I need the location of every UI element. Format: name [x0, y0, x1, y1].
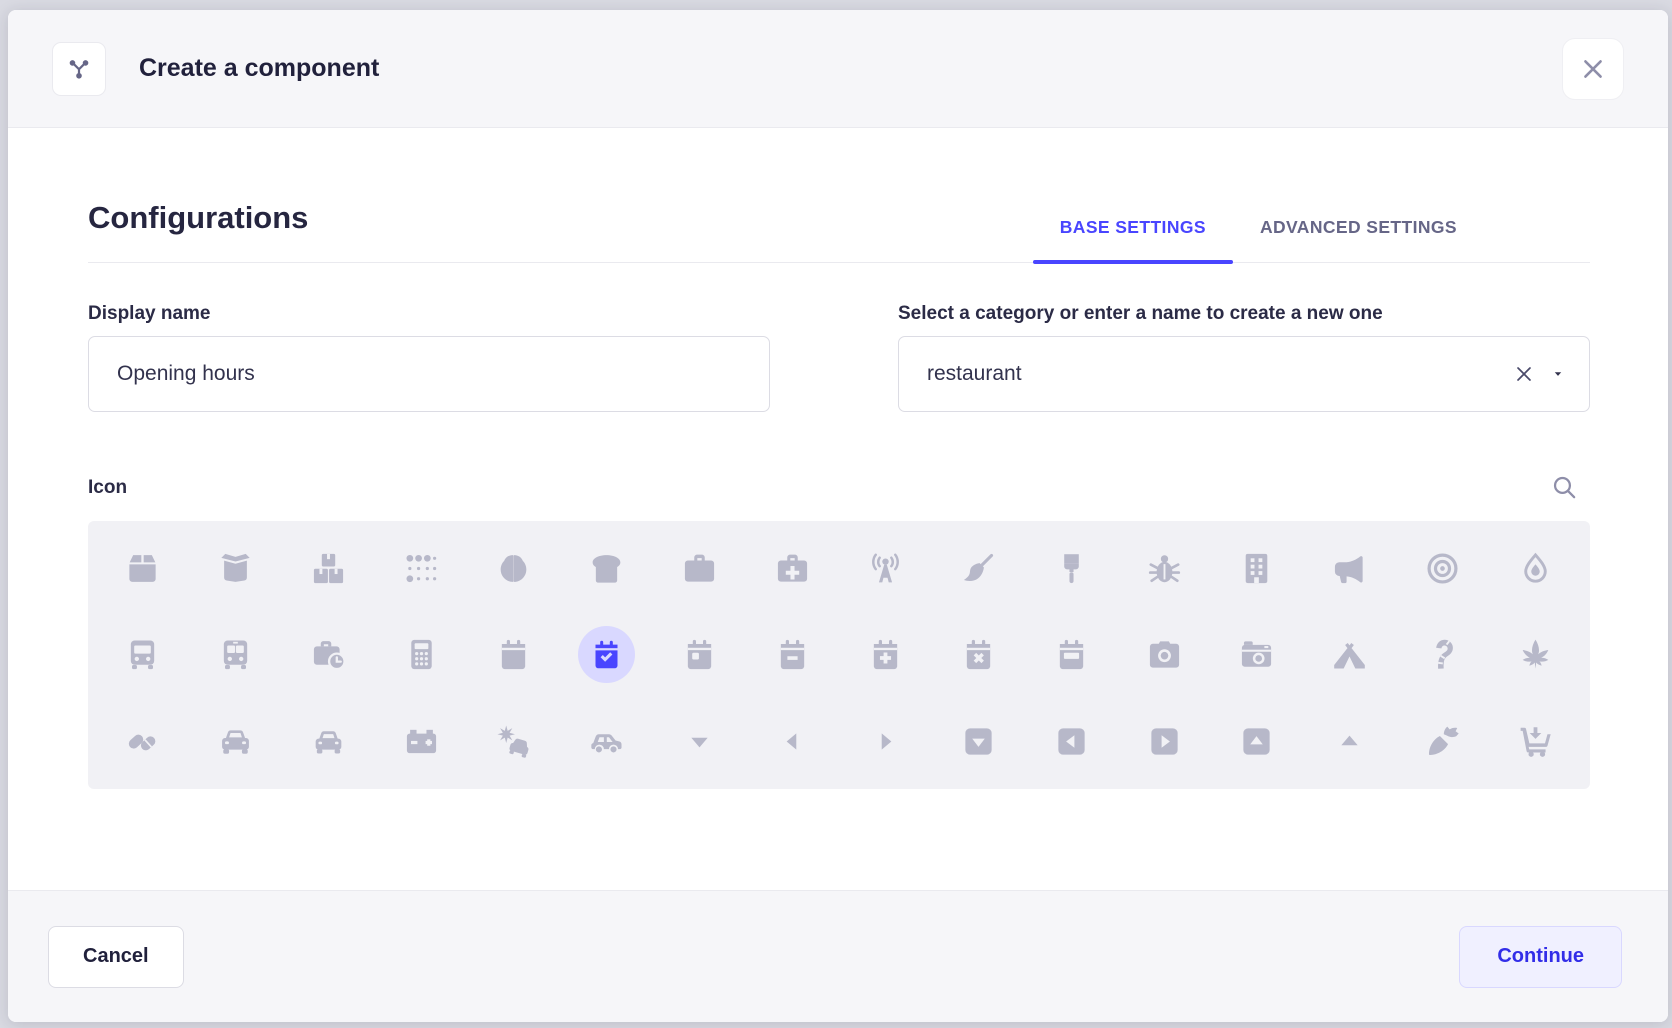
category-select[interactable]: restaurant: [898, 336, 1590, 412]
icon-calculator[interactable]: [375, 612, 468, 699]
icon-cart-arrow-down[interactable]: [1489, 698, 1582, 785]
modal-header: Create a component: [8, 10, 1668, 128]
icon-caret-left[interactable]: [746, 698, 839, 785]
icon-bus[interactable]: [96, 612, 189, 699]
icon-bus-alt[interactable]: [189, 612, 282, 699]
icon-braille[interactable]: [375, 525, 468, 612]
continue-button[interactable]: Continue: [1459, 926, 1622, 988]
icon-boxes-stacked[interactable]: [282, 525, 375, 612]
close-icon: [1579, 55, 1607, 83]
icon-cannabis[interactable]: [1489, 612, 1582, 699]
display-name-input[interactable]: [88, 336, 770, 412]
modal-body: Configurations BASE SETTINGS ADVANCED SE…: [8, 128, 1668, 890]
icon-box[interactable]: [96, 525, 189, 612]
icon-brush[interactable]: [1025, 525, 1118, 612]
icon-candy-cane[interactable]: [1396, 612, 1489, 699]
icon-building[interactable]: [1211, 525, 1304, 612]
icon-bug[interactable]: [1118, 525, 1211, 612]
icon-car-crash[interactable]: [468, 698, 561, 785]
category-value: restaurant: [927, 362, 1513, 386]
icon-picker-header: Icon: [88, 474, 1590, 501]
icon-camera[interactable]: [1118, 612, 1211, 699]
icon-caret-up[interactable]: [1303, 698, 1396, 785]
icon-broadcast-tower[interactable]: [839, 525, 932, 612]
component-icon: [52, 42, 106, 96]
icon-box-open[interactable]: [189, 525, 282, 612]
icon-calendar-plus[interactable]: [839, 612, 932, 699]
icon-briefcase-medical[interactable]: [746, 525, 839, 612]
icon-bread-slice[interactable]: [560, 525, 653, 612]
icon-calendar-week[interactable]: [1025, 612, 1118, 699]
icon-burn[interactable]: [1489, 525, 1582, 612]
search-icon[interactable]: [1551, 474, 1578, 501]
modal-footer: Cancel Continue: [8, 890, 1668, 1022]
icon-camera-retro[interactable]: [1211, 612, 1304, 699]
icon-broom[interactable]: [932, 525, 1025, 612]
icon-calendar-times[interactable]: [932, 612, 1025, 699]
icon-business-time[interactable]: [282, 612, 375, 699]
cancel-button[interactable]: Cancel: [48, 926, 184, 988]
icon-capsules[interactable]: [96, 698, 189, 785]
icon-caret-square-right[interactable]: [1118, 698, 1211, 785]
icon-calendar-minus[interactable]: [746, 612, 839, 699]
icon-campground[interactable]: [1303, 612, 1396, 699]
form-row: Display name Select a category or enter …: [88, 303, 1590, 412]
icon-calendar-check[interactable]: [560, 612, 653, 699]
display-name-label: Display name: [88, 303, 770, 325]
configurations-header: Configurations BASE SETTINGS ADVANCED SE…: [88, 200, 1590, 263]
icon-car-side[interactable]: [560, 698, 653, 785]
modal-title: Create a component: [139, 54, 379, 83]
caret-down-icon[interactable]: [1551, 367, 1565, 381]
category-field: Select a category or enter a name to cre…: [898, 303, 1590, 412]
icon-car[interactable]: [189, 698, 282, 785]
icon-label: Icon: [88, 477, 127, 499]
icon-caret-square-down[interactable]: [932, 698, 1025, 785]
section-heading: Configurations: [88, 200, 308, 262]
tab-base-settings[interactable]: BASE SETTINGS: [1033, 217, 1233, 262]
close-button[interactable]: [1562, 38, 1624, 100]
icon-car-alt[interactable]: [282, 698, 375, 785]
icon-bullhorn[interactable]: [1303, 525, 1396, 612]
clear-icon[interactable]: [1513, 363, 1535, 385]
icon-briefcase[interactable]: [653, 525, 746, 612]
icon-caret-right[interactable]: [839, 698, 932, 785]
tab-advanced-settings[interactable]: ADVANCED SETTINGS: [1233, 217, 1484, 262]
icon-caret-square-up[interactable]: [1211, 698, 1304, 785]
create-component-modal: Create a component Configurations BASE S…: [8, 10, 1668, 1022]
icon-brain[interactable]: [468, 525, 561, 612]
icon-caret-square-left[interactable]: [1025, 698, 1118, 785]
icon-calendar-day[interactable]: [653, 612, 746, 699]
icon-grid: [88, 521, 1590, 789]
display-name-field: Display name: [88, 303, 770, 412]
icon-car-battery[interactable]: [375, 698, 468, 785]
category-label: Select a category or enter a name to cre…: [898, 303, 1590, 325]
icon-calendar[interactable]: [468, 612, 561, 699]
icon-caret-down[interactable]: [653, 698, 746, 785]
icon-carrot[interactable]: [1396, 698, 1489, 785]
icon-bullseye[interactable]: [1396, 525, 1489, 612]
settings-tabs: BASE SETTINGS ADVANCED SETTINGS: [1033, 217, 1484, 262]
